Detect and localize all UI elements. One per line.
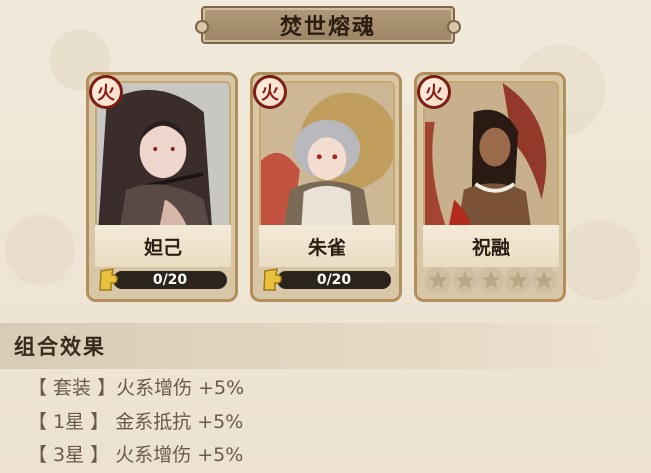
title-banner: 焚世熔魂 <box>195 6 461 44</box>
empty-star-icon <box>478 267 504 293</box>
empty-star-icon <box>531 267 557 293</box>
shard-progress-bar: 0/20 <box>113 271 227 289</box>
star-rating <box>425 267 557 293</box>
hero-card-zhuque[interactable]: 火 朱雀 0/20 <box>250 72 402 302</box>
card-row: 火 妲己 0/20 火 朱雀 0/20 火 祝融 <box>86 72 566 302</box>
shard-progress-bar: 0/20 <box>277 271 391 289</box>
combo-effect-1star: 【 1星 】 金系抵抗 +5% <box>28 411 244 433</box>
empty-star-icon <box>504 267 531 293</box>
hero-name: 朱雀 <box>307 236 346 259</box>
puzzle-shard-icon <box>99 268 118 291</box>
shard-progress-label: 0/20 <box>316 272 352 288</box>
page-title: 焚世熔魂 <box>279 15 376 40</box>
hero-name: 妲己 <box>143 236 182 259</box>
hero-name: 祝融 <box>471 236 510 259</box>
empty-star-icon <box>451 267 478 293</box>
combo-effect-header: 组合效果 <box>0 323 651 369</box>
combo-effect-set: 【 套装 】火系增伤 +5% <box>28 377 245 399</box>
hero-card-zhurong[interactable]: 火 祝融 <box>414 72 566 302</box>
fire-element-badge: 火 <box>417 75 451 109</box>
hero-name-plate: 妲己 <box>95 225 231 267</box>
empty-star-icon <box>425 267 451 293</box>
hero-card-daji[interactable]: 火 妲己 0/20 <box>86 72 238 302</box>
fire-element-badge: 火 <box>253 75 287 109</box>
combo-effect-title: 组合效果 <box>14 335 106 359</box>
fire-element-badge: 火 <box>89 75 123 109</box>
puzzle-shard-icon <box>263 268 282 291</box>
combo-effect-3star: 【 3星 】 火系增伤 +5% <box>28 444 244 466</box>
hero-name-plate: 朱雀 <box>259 225 395 267</box>
hero-name-plate: 祝融 <box>423 225 559 267</box>
shard-progress-label: 0/20 <box>152 272 188 288</box>
